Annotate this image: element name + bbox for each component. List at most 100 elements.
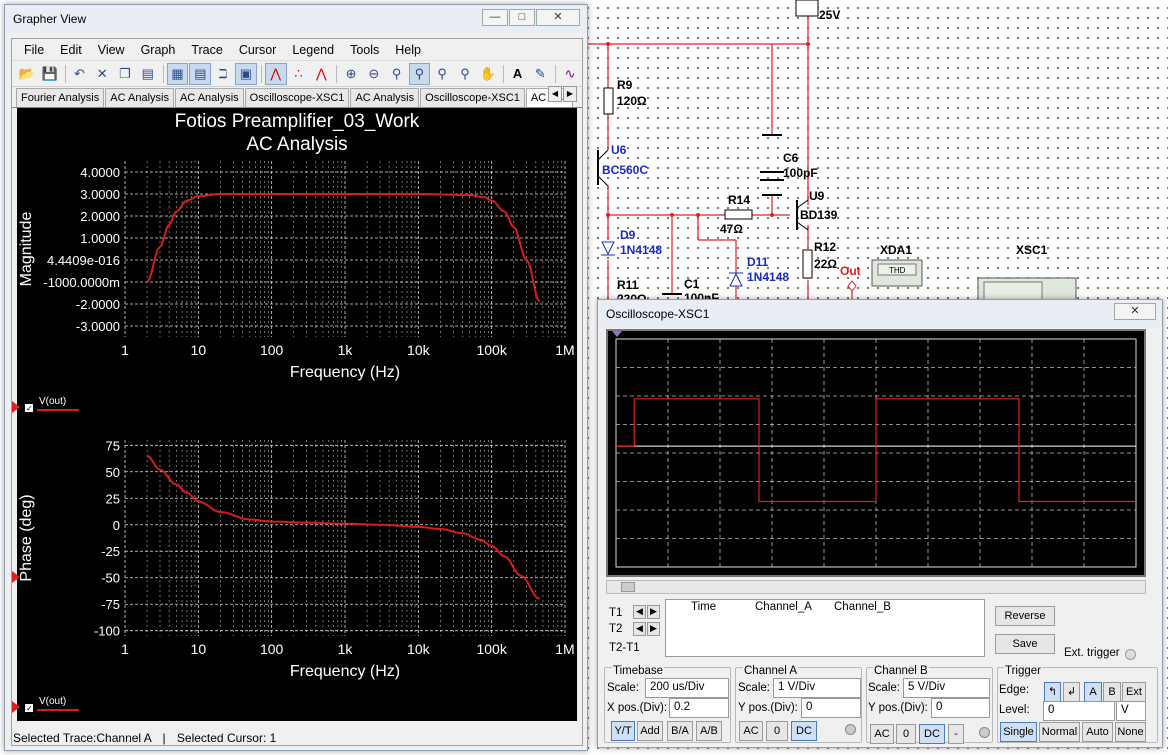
tab-fourier[interactable]: Fourier Analysis [16, 88, 105, 107]
undo-icon[interactable]: ↶ [69, 63, 91, 85]
ext-trigger-terminal-icon[interactable] [1125, 649, 1136, 660]
menu-tools[interactable]: Tools [342, 43, 387, 57]
legend-label-mag: V(out) [39, 396, 66, 407]
scope-scroll-thumb[interactable] [621, 582, 635, 592]
tab-scroll-left-icon[interactable]: ◀ [548, 86, 562, 102]
save-icon[interactable]: 💾 [39, 63, 61, 85]
menu-graph[interactable]: Graph [133, 43, 184, 57]
menu-cursor[interactable]: Cursor [231, 43, 285, 57]
menu-edit[interactable]: Edit [52, 43, 90, 57]
legend-icon[interactable]: ▤ [189, 62, 212, 85]
label-icon[interactable]: ✎ [529, 63, 551, 85]
scope-close-button[interactable]: ✕ [1114, 303, 1156, 320]
paste-icon[interactable]: ▤ [137, 63, 159, 85]
zoom-y-icon[interactable]: ⚲ [454, 63, 476, 85]
grid-icon[interactable]: ▦ [166, 62, 189, 85]
channel-b-ac-button[interactable]: AC [870, 724, 894, 744]
menu-view[interactable]: View [90, 43, 133, 57]
channel-b-scale-field[interactable]: 5 V/Div [903, 678, 990, 698]
timebase-title: Timebase [612, 665, 665, 677]
channel-b-ypos-field[interactable]: 0 [931, 698, 990, 718]
tab-ac-3[interactable]: AC Analysis [350, 88, 420, 107]
ab-button[interactable]: A/B [696, 721, 722, 741]
cursor-marker-lower-icon[interactable] [12, 701, 20, 713]
channel-a-dc-button[interactable]: DC [791, 721, 817, 741]
tab-osc-2[interactable]: Oscilloscope-XSC1 [420, 88, 525, 107]
t1-right-arrow-icon[interactable]: ▶ [647, 605, 660, 619]
zoom-area-icon[interactable]: ⚲ [386, 63, 408, 85]
status-bar: Selected Trace:Channel A | Selected Curs… [13, 731, 276, 745]
t1-left-arrow-icon[interactable]: ◀ [633, 605, 646, 619]
channel-b-dc-button[interactable]: DC [919, 724, 945, 744]
trigger-single-button[interactable]: Single [1000, 722, 1037, 742]
show-markers-icon[interactable]: ∴ [288, 63, 310, 85]
yt-button[interactable]: Y/T [611, 721, 635, 741]
add-button[interactable]: Add [637, 721, 663, 741]
timebase-xpos-field[interactable]: 0.2 [669, 698, 729, 718]
cursor-marker-phase-icon[interactable] [12, 571, 20, 583]
phase-y-tick-label: 50 [106, 465, 120, 480]
channel-b-terminal-icon[interactable] [979, 727, 990, 738]
zoom-in-icon[interactable]: ⊕ [340, 63, 362, 85]
tab-osc-1[interactable]: Oscilloscope-XSC1 [244, 88, 350, 107]
trigger-normal-button[interactable]: Normal [1039, 722, 1080, 742]
timebase-scale-field[interactable]: 200 us/Div [645, 678, 729, 698]
show-lines-icon[interactable]: ⋀ [264, 62, 287, 85]
zoom-out-icon[interactable]: ⊖ [363, 63, 385, 85]
t2-left-arrow-icon[interactable]: ◀ [633, 622, 646, 636]
reverse-button[interactable]: Reverse [995, 606, 1055, 626]
channel-b-zero-button[interactable]: 0 [896, 724, 916, 744]
tab-ac-2[interactable]: AC Analysis [174, 88, 244, 107]
minimize-button[interactable]: — [482, 9, 508, 26]
reverse-colors-icon[interactable]: ▣ [235, 62, 257, 85]
tab-scroll-right-icon[interactable]: ▶ [563, 86, 577, 102]
menu-legend[interactable]: Legend [284, 43, 342, 57]
close-button[interactable]: ✕ [536, 9, 580, 26]
tab-ac-1[interactable]: AC Analysis [105, 88, 174, 107]
phase-x-axis-label: Frequency (Hz) [290, 663, 400, 680]
menu-help[interactable]: Help [387, 43, 429, 57]
scope-screen[interactable] [606, 329, 1146, 577]
menu-trace[interactable]: Trace [183, 43, 231, 57]
cursors-icon[interactable]: ℶ [212, 63, 234, 85]
save-button[interactable]: Save [995, 634, 1055, 654]
channel-a-ypos-field[interactable]: 0 [801, 698, 861, 718]
lines-markers-icon[interactable]: ⋀ [310, 63, 332, 85]
channel-a-terminal-icon[interactable] [845, 724, 856, 735]
trigger-level-unit[interactable]: V [1116, 701, 1146, 721]
trigger-marker-icon [612, 331, 622, 337]
trigger-level-field[interactable]: 0 [1043, 701, 1115, 721]
channel-a-zero-button[interactable]: 0 [766, 721, 788, 741]
trigger-auto-button[interactable]: Auto [1082, 722, 1113, 742]
rising-edge-icon[interactable]: ↰ [1044, 682, 1061, 702]
cut-icon[interactable]: ✕ [91, 63, 113, 85]
pan-icon[interactable]: ✋ [477, 63, 499, 85]
trigger-none-button[interactable]: None [1115, 722, 1146, 742]
trigger-edge-label: Edge: [999, 684, 1030, 696]
cursor-marker-mag-icon[interactable] [12, 401, 20, 413]
channel-a-scale-field[interactable]: 1 V/Div [773, 678, 861, 698]
t2-right-arrow-icon[interactable]: ▶ [647, 622, 660, 636]
trigger-source-a[interactable]: A [1084, 682, 1102, 702]
zoom-x-icon[interactable]: ⚲ [431, 63, 453, 85]
falling-edge-icon[interactable]: ↲ [1063, 682, 1080, 702]
channel-a-ac-button[interactable]: AC [739, 721, 763, 741]
scope-titlebar[interactable]: Oscilloscope-XSC1 [598, 300, 1162, 328]
graph-panel[interactable]: Fotios Preamplifier_03_Work AC Analysis … [17, 108, 577, 721]
copy-icon[interactable]: ❐ [114, 63, 136, 85]
menu-bar: File Edit View Graph Trace Cursor Legend… [12, 39, 582, 61]
text-icon[interactable]: A [507, 63, 529, 85]
ba-button[interactable]: B/A [667, 721, 693, 741]
overlay-traces-icon[interactable]: ∿ [559, 63, 581, 85]
scope-scrollbar[interactable] [606, 580, 1146, 594]
menu-file[interactable]: File [16, 43, 52, 57]
trigger-source-b[interactable]: B [1103, 682, 1121, 702]
timebase-xpos-label: X pos.(Div): [607, 702, 668, 714]
status-cursor: Selected Cursor: 1 [176, 731, 277, 745]
maximize-button[interactable]: □ [509, 9, 535, 26]
open-icon[interactable]: 📂 [16, 63, 38, 85]
zoom-full-icon[interactable]: ⚲ [408, 62, 431, 85]
channel-b-minus-button[interactable]: - [948, 724, 964, 744]
trigger-source-ext[interactable]: Ext [1122, 682, 1146, 702]
channel-a-scale-label: Scale: [738, 682, 770, 694]
